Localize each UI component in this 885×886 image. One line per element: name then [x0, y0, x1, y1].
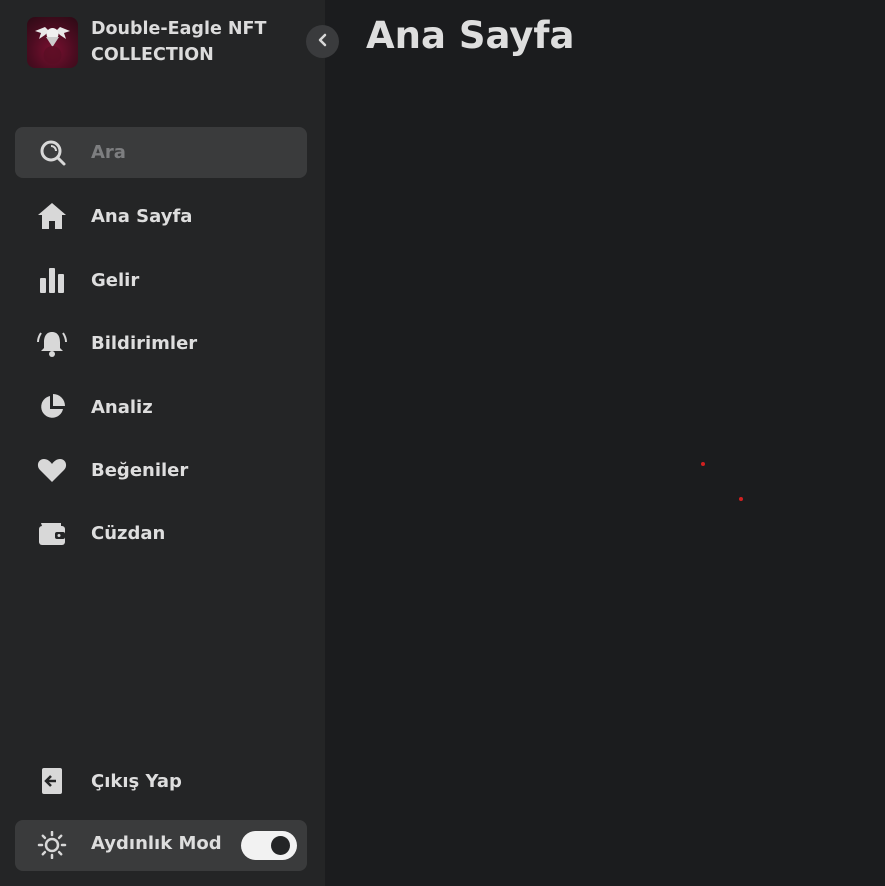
double-eagle-logo [27, 16, 78, 68]
sidebar-item-begeniler[interactable]: Beğeniler [15, 445, 307, 495]
search-icon [39, 139, 67, 171]
sidebar-item-label: Bildirimler [91, 332, 198, 354]
sidebar-item-label: Analiz [91, 396, 153, 418]
sidebar-item-ana-sayfa[interactable]: Ana Sayfa [15, 191, 307, 241]
logout-label: Çıkış Yap [91, 770, 182, 792]
bar-chart-icon [37, 266, 67, 294]
sidebar-item-cuzdan[interactable]: Cüzdan [15, 508, 307, 558]
sun-icon [37, 831, 67, 859]
sidebar-item-analiz[interactable]: Analiz [15, 382, 307, 432]
search-input[interactable] [91, 137, 291, 168]
wallet-icon [37, 519, 67, 547]
mode-label: Aydınlık Mod [91, 833, 222, 854]
heart-icon [37, 456, 67, 484]
red-dot [739, 497, 743, 501]
collapse-sidebar-button[interactable] [306, 25, 339, 58]
home-icon [37, 202, 67, 230]
red-dot [701, 462, 705, 466]
logout-icon [37, 767, 67, 795]
theme-mode-row: Aydınlık Mod [15, 820, 307, 871]
light-mode-toggle[interactable] [241, 831, 297, 860]
sidebar-item-label: Beğeniler [91, 459, 189, 481]
sidebar-item-label: Cüzdan [91, 522, 166, 544]
search-box[interactable] [15, 127, 307, 178]
chevron-left-icon [316, 32, 330, 51]
sidebar-item-label: Ana Sayfa [91, 205, 193, 227]
sidebar-item-gelir[interactable]: Gelir [15, 255, 307, 305]
logout-button[interactable]: Çıkış Yap [15, 756, 307, 806]
brand-name: Double-Eagle NFT COLLECTION [91, 19, 267, 65]
sidebar-item-label: Gelir [91, 269, 140, 291]
toggle-knob [271, 836, 290, 855]
sidebar: Double-Eagle NFT COLLECTION Ana Sayfa [0, 0, 325, 886]
pie-chart-icon [37, 393, 67, 421]
page-title: Ana Sayfa [366, 14, 575, 57]
sidebar-item-bildirimler[interactable]: Bildirimler [15, 318, 307, 368]
bell-icon [37, 329, 67, 357]
brand[interactable]: Double-Eagle NFT COLLECTION [27, 16, 291, 68]
